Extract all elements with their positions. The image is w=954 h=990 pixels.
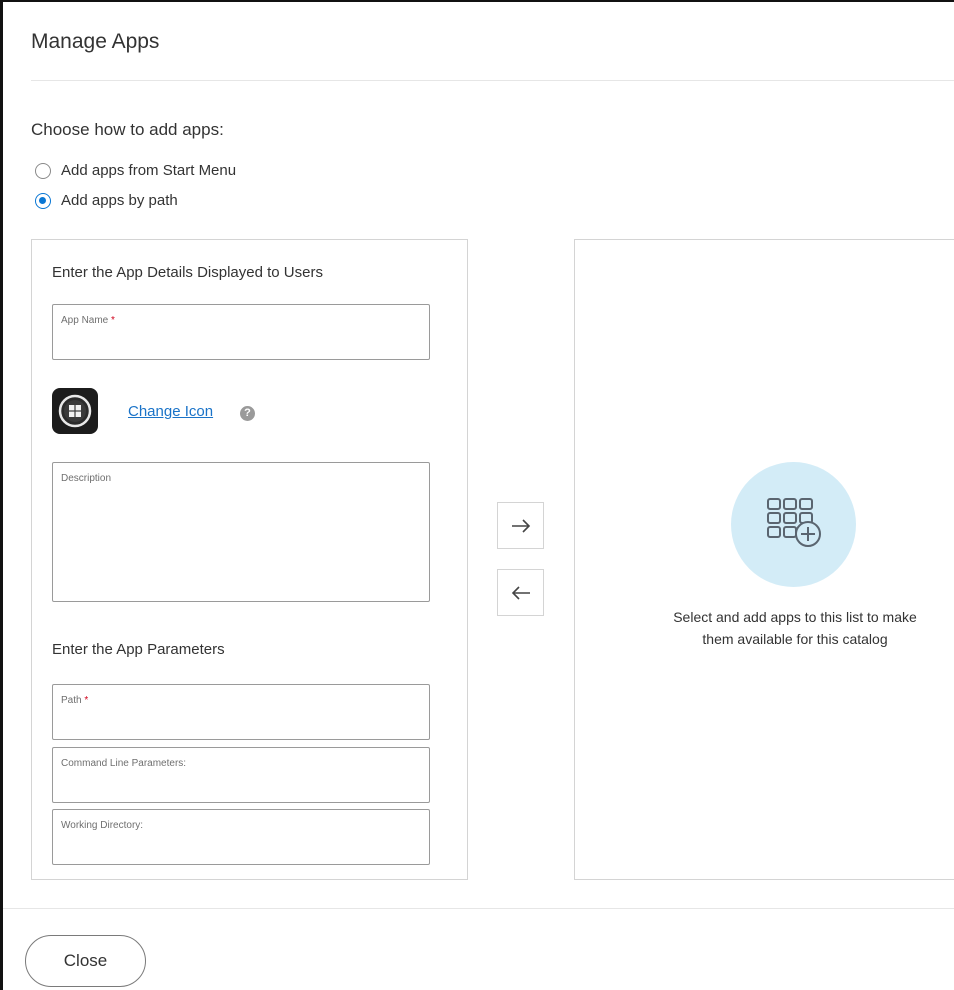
required-marker: * xyxy=(111,315,115,326)
add-method-prompt: Choose how to add apps: xyxy=(31,120,224,139)
path-field[interactable]: Path * xyxy=(52,684,430,740)
change-icon-link[interactable]: Change Icon xyxy=(128,403,213,420)
help-icon[interactable]: ? xyxy=(240,406,255,421)
windows-app-icon xyxy=(52,388,98,434)
app-name-label: App Name * xyxy=(61,315,115,326)
close-button[interactable]: Close xyxy=(25,935,146,987)
command-line-parameters-label: Command Line Parameters: xyxy=(61,758,187,769)
remove-from-list-button[interactable] xyxy=(497,569,544,616)
radio-button-start-menu[interactable] xyxy=(35,162,51,179)
add-to-list-button[interactable] xyxy=(497,502,544,549)
app-grid-add-icon xyxy=(731,462,856,587)
empty-state-message: Select and add apps to this list to make… xyxy=(635,606,954,650)
radio-label-by-path: Add apps by path xyxy=(61,192,178,209)
radio-option-by-path[interactable]: Add apps by path xyxy=(35,192,178,209)
working-directory-label: Working Directory: xyxy=(61,820,144,831)
working-directory-field[interactable]: Working Directory: xyxy=(52,809,430,865)
empty-state-line-2: them available for this catalog xyxy=(702,631,888,647)
footer-divider xyxy=(3,908,954,909)
radio-option-start-menu[interactable]: Add apps from Start Menu xyxy=(35,162,236,179)
required-marker: * xyxy=(84,695,89,706)
arrow-left-icon xyxy=(511,585,530,600)
path-label: Path * xyxy=(61,695,89,706)
app-name-field[interactable]: App Name * xyxy=(52,304,430,360)
command-line-parameters-field[interactable]: Command Line Parameters: xyxy=(52,747,430,803)
radio-label-start-menu: Add apps from Start Menu xyxy=(61,162,237,179)
app-details-panel: Enter the App Details Displayed to Users… xyxy=(31,239,468,880)
description-label: Description xyxy=(61,473,112,484)
manage-apps-dialog: Manage Apps Choose how to add apps: Add … xyxy=(0,0,954,990)
selected-apps-panel: Select and add apps to this list to make… xyxy=(574,239,954,880)
empty-state-line-1: Select and add apps to this list to make xyxy=(673,609,917,625)
arrow-right-icon xyxy=(511,518,530,533)
title-divider xyxy=(31,80,954,81)
description-field[interactable]: Description xyxy=(52,462,430,602)
dialog-title: Manage Apps xyxy=(31,30,160,53)
app-parameters-section-title: Enter the App Parameters xyxy=(52,641,225,658)
app-details-section-title: Enter the App Details Displayed to Users xyxy=(52,264,323,281)
radio-button-by-path[interactable] xyxy=(35,192,51,209)
